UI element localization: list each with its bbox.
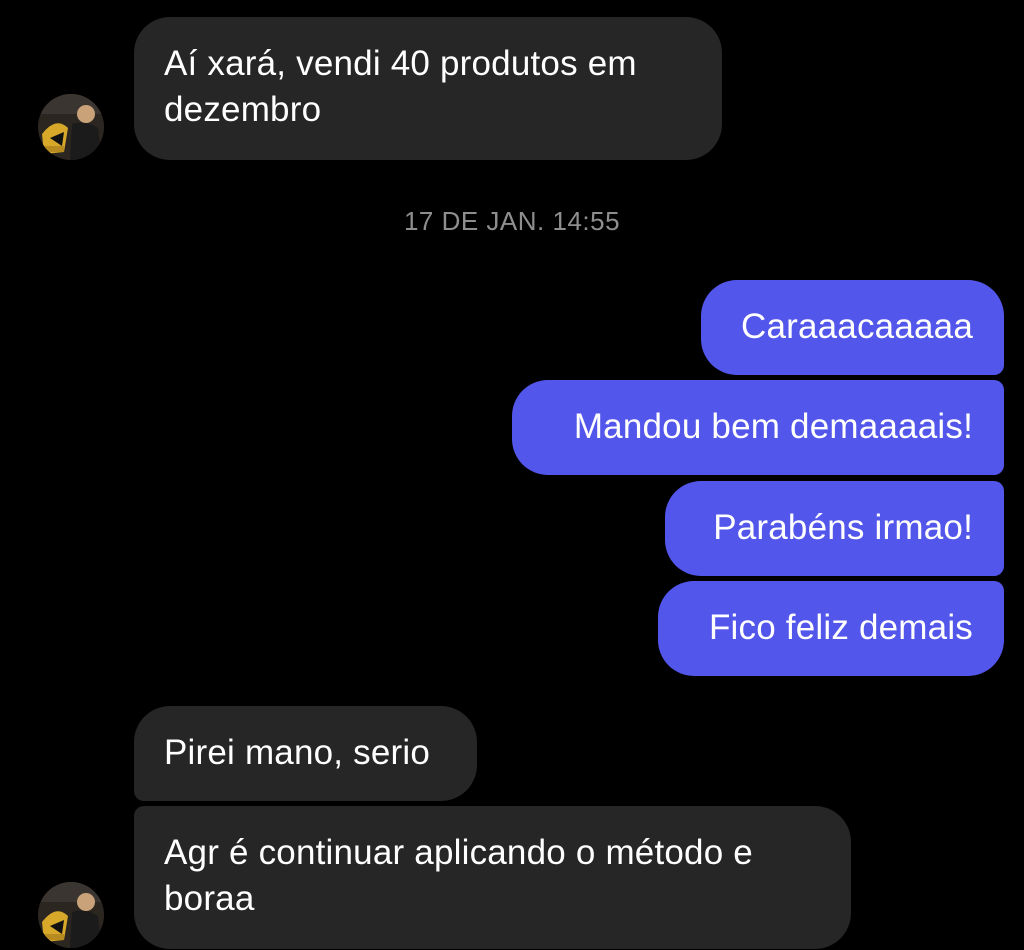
outgoing-message[interactable]: Caraaacaaaaa [701, 280, 1004, 375]
avatar-photo-icon [38, 94, 104, 160]
outgoing-message[interactable]: Fico feliz demais [658, 581, 1004, 676]
avatar-photo-icon [38, 882, 104, 948]
contact-avatar[interactable] [38, 882, 104, 948]
message-text: Mandou bem demaaaais! [573, 407, 973, 446]
outgoing-message[interactable]: Parabéns irmao! [665, 481, 1004, 576]
message-text: Agr é continuar aplicando o método e bor… [164, 833, 753, 918]
message-text: Caraaacaaaaa [740, 307, 973, 346]
message-text: Parabéns irmao! [713, 508, 973, 547]
message-text: Aí xará, vendi 40 produtos em dezembro [164, 44, 637, 129]
incoming-message[interactable]: Agr é continuar aplicando o método e bor… [134, 806, 851, 949]
contact-avatar[interactable] [38, 94, 104, 160]
message-text: Fico feliz demais [708, 608, 973, 647]
incoming-message[interactable]: Aí xará, vendi 40 produtos em dezembro [134, 17, 722, 160]
message-text: Pirei mano, serio [164, 733, 431, 772]
outgoing-message[interactable]: Mandou bem demaaaais! [512, 380, 1004, 475]
timestamp: 17 DE JAN. 14:55 [403, 206, 621, 236]
incoming-message[interactable]: Pirei mano, serio [134, 706, 477, 801]
